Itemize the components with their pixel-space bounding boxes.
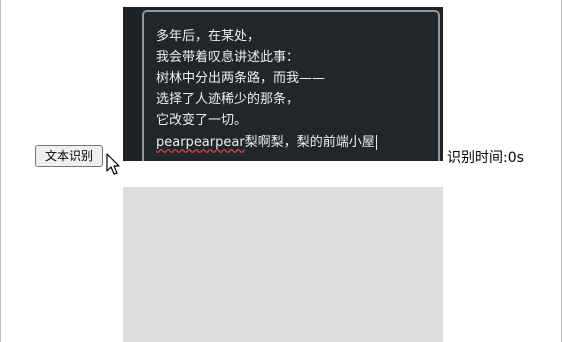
mouse-pointer-icon [106, 153, 120, 175]
poem-line-3: 树林中分出两条路，而我—— [156, 71, 326, 86]
poem-text-box: 多年后，在某处， 我会带着叹息讲述此事： 树林中分出两条路，而我—— 选择了人迹… [142, 10, 440, 161]
poem-line-5: 它改变了一切。 [156, 113, 248, 128]
text-caret [375, 135, 377, 150]
poem-line-2: 我会带着叹息讲述此事： [156, 50, 300, 65]
source-image: 多年后，在某处， 我会带着叹息讲述此事： 树林中分出两条路，而我—— 选择了人迹… [123, 7, 443, 161]
poem-line-1: 多年后，在某处， [156, 29, 261, 44]
misspelled-word: pearpearpear [156, 135, 245, 150]
ocr-button[interactable]: 文本识别 [35, 145, 103, 167]
poem-line-4: 选择了人迹稀少的那条， [156, 92, 300, 107]
result-canvas [123, 187, 443, 342]
poem-line-6-rest: 梨啊梨，梨的前端小屋 [244, 135, 375, 150]
recognition-time-label: 识别时间:0s [447, 150, 524, 166]
poem-line-6: pearpearpear梨啊梨，梨的前端小屋 [156, 135, 377, 150]
